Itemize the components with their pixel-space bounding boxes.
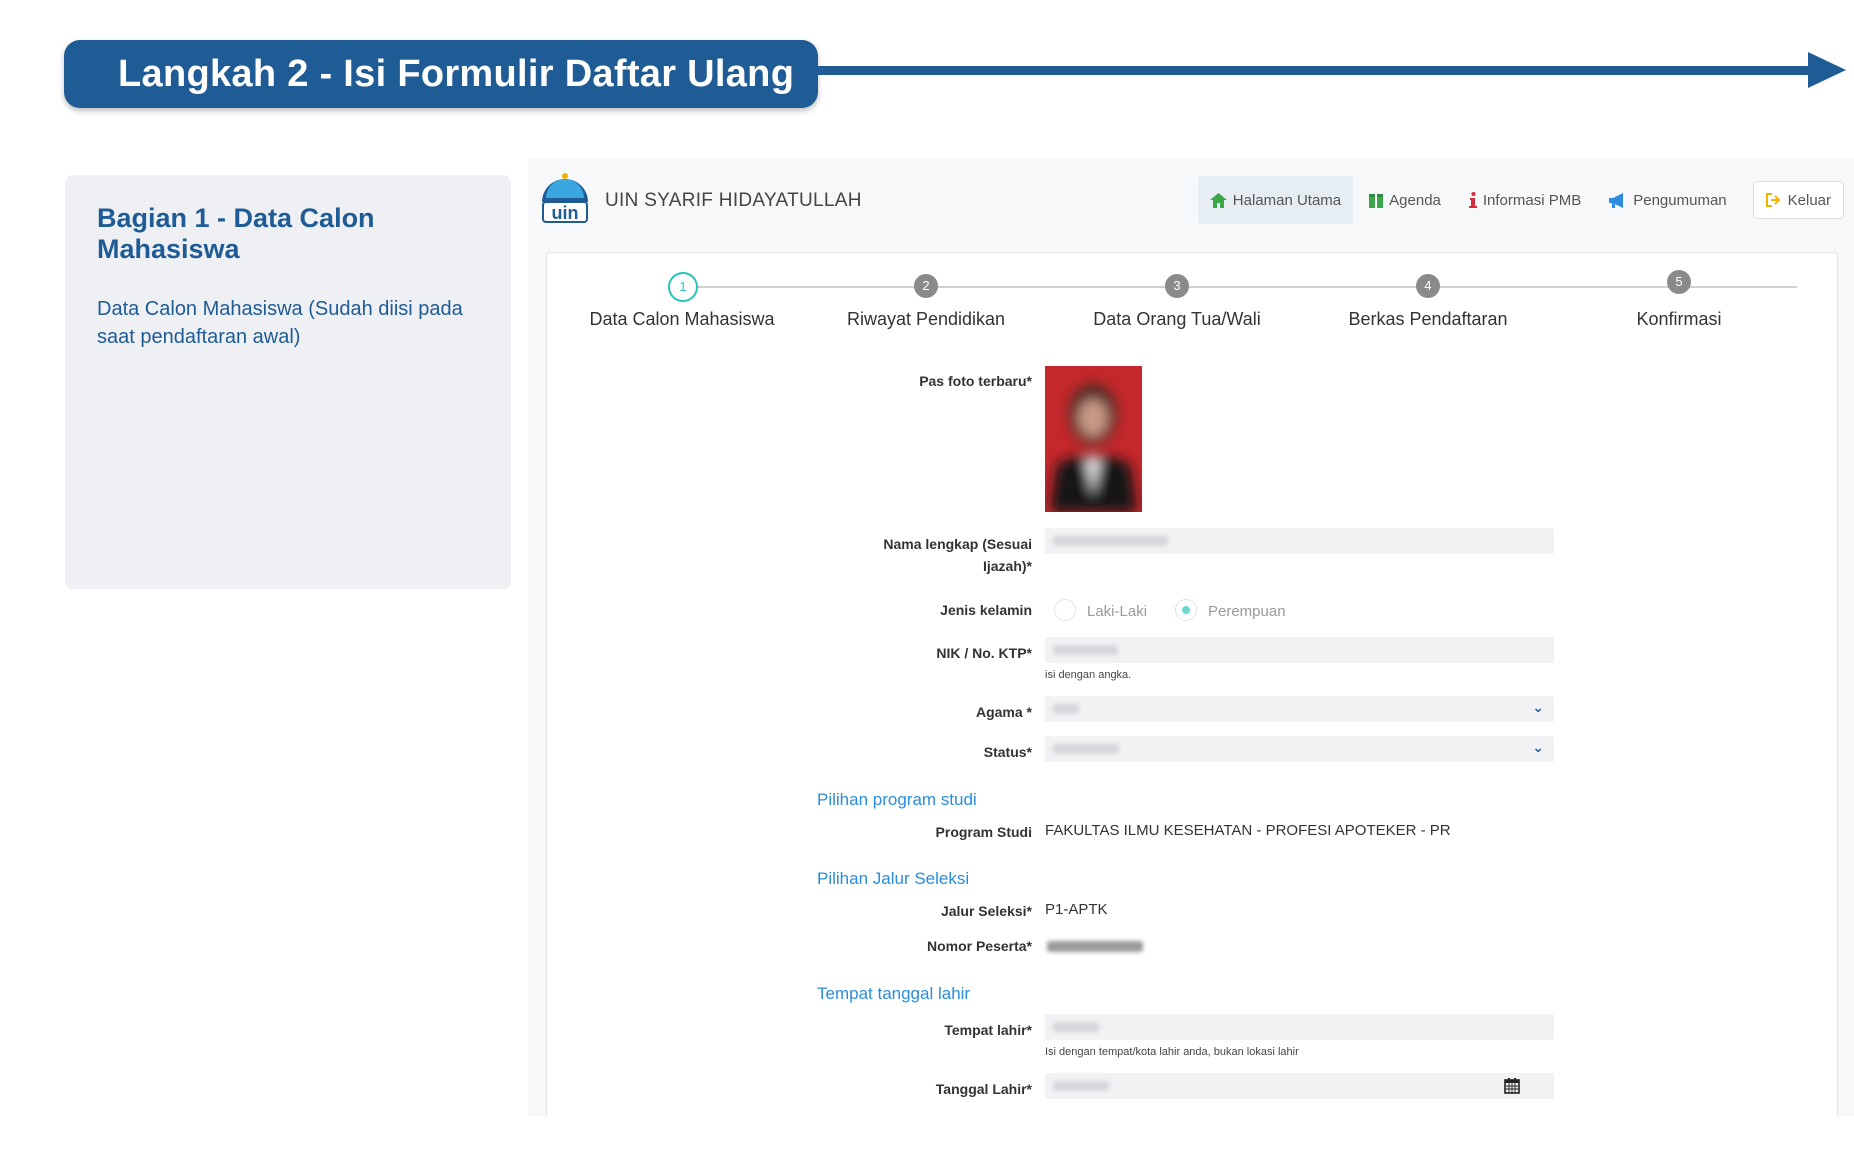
- nama-lengkap-field[interactable]: [1045, 528, 1554, 554]
- jalur-label: Jalur Seleksi*: [940, 903, 1032, 919]
- step-4-indicator[interactable]: 4: [1416, 274, 1440, 298]
- step-3-indicator[interactable]: 3: [1165, 274, 1189, 298]
- nav-pengumuman[interactable]: Pengumuman: [1597, 176, 1738, 224]
- nav-halaman-utama[interactable]: Halaman Utama: [1197, 176, 1354, 224]
- step-3-label[interactable]: Data Orang Tua/Wali: [1093, 309, 1260, 330]
- nama-label: Nama lengkap (Sesuai Ijazah)*: [832, 533, 1032, 577]
- step-2-indicator[interactable]: 2: [914, 274, 938, 298]
- step-4-label[interactable]: Berkas Pendaftaran: [1348, 309, 1507, 330]
- step-1-indicator[interactable]: 1: [668, 272, 698, 302]
- step-5-indicator[interactable]: 5: [1667, 270, 1691, 294]
- prodi-label: Program Studi: [935, 824, 1032, 840]
- tanggal-lahir-label: Tanggal Lahir*: [935, 1081, 1032, 1097]
- brand-name: UIN SYARIF HIDAYATULLAH: [605, 190, 862, 211]
- nomor-peserta-value-redacted: [1047, 941, 1143, 952]
- tempat-lahir-label: Tempat lahir*: [944, 1022, 1032, 1038]
- redacted-text: [1053, 536, 1168, 546]
- chevron-down-icon: ⌄: [1532, 739, 1544, 755]
- gender-option-perempuan[interactable]: Perempuan: [1208, 603, 1286, 620]
- gender-radio-laki-laki[interactable]: [1054, 599, 1076, 621]
- banner-arrow-head-icon: [1808, 52, 1846, 88]
- form-card: 1 2 3 4 5 Data Calon Mahasiswa Riwayat P…: [546, 252, 1838, 1116]
- step-5-label[interactable]: Konfirmasi: [1636, 309, 1721, 330]
- tempat-lahir-field[interactable]: [1045, 1014, 1554, 1040]
- nav-keluar-button[interactable]: Keluar: [1752, 181, 1844, 219]
- nik-label: NIK / No. KTP*: [936, 645, 1032, 661]
- megaphone-icon: [1609, 192, 1624, 208]
- step-banner-title: Langkah 2 - Isi Formulir Daftar Ulang: [118, 52, 795, 95]
- section-tempat-tanggal-lahir: Tempat tanggal lahir: [817, 984, 971, 1003]
- app-header: uin UIN SYARIF HIDAYATULLAH Halaman Utam…: [528, 158, 1854, 246]
- section-jalur-seleksi: Pilihan Jalur Seleksi: [817, 869, 970, 888]
- banner-arrow-line: [818, 66, 1818, 75]
- nav-informasi-pmb[interactable]: Informasi PMB: [1457, 176, 1593, 224]
- gender-label: Jenis kelamin: [940, 602, 1032, 618]
- step-2-label[interactable]: Riwayat Pendidikan: [847, 309, 1005, 330]
- photo-label: Pas foto terbaru*: [919, 373, 1032, 389]
- nav-label: Halaman Utama: [1232, 191, 1342, 209]
- redacted-text: [1053, 645, 1118, 655]
- nik-field[interactable]: [1045, 637, 1554, 663]
- section-program-studi: Pilihan program studi: [817, 790, 977, 809]
- tanggal-lahir-field[interactable]: [1045, 1073, 1554, 1099]
- calendar-icon[interactable]: [1504, 1078, 1520, 1094]
- redacted-text: [1053, 1081, 1109, 1091]
- nav-label: Informasi PMB: [1482, 191, 1582, 209]
- nav-agenda[interactable]: Agenda: [1357, 176, 1453, 224]
- redacted-text: [1053, 1022, 1099, 1032]
- prodi-value: FAKULTAS ILMU KESEHATAN - PROFESI APOTEK…: [1045, 822, 1451, 839]
- redacted-text: [1053, 744, 1119, 754]
- nik-hint: isi dengan angka.: [1045, 669, 1132, 681]
- section-info-panel: Bagian 1 - Data Calon Mahasiswa Data Cal…: [65, 175, 511, 589]
- stepper-track: [682, 286, 1797, 288]
- nama-label-line1: Nama lengkap (Sesuai: [883, 536, 1032, 552]
- step-1-label[interactable]: Data Calon Mahasiswa: [589, 309, 774, 330]
- home-icon: [1209, 192, 1227, 208]
- gender-option-laki-laki[interactable]: Laki-Laki: [1087, 603, 1147, 620]
- status-select[interactable]: ⌄: [1045, 736, 1554, 762]
- calendar-gift-icon: [1369, 193, 1384, 208]
- status-label: Status*: [983, 744, 1032, 760]
- gender-radio-perempuan[interactable]: [1175, 599, 1197, 621]
- agama-select[interactable]: ⌄: [1045, 696, 1554, 722]
- app-window: uin UIN SYARIF HIDAYATULLAH Halaman Utam…: [528, 158, 1854, 1116]
- info-icon: [1468, 192, 1477, 208]
- agama-label: Agama *: [975, 704, 1032, 720]
- profile-photo[interactable]: [1045, 366, 1142, 512]
- nav-label: Agenda: [1389, 191, 1441, 209]
- logout-icon: [1765, 193, 1781, 207]
- nav-label: Pengumuman: [1633, 191, 1727, 209]
- tempat-lahir-hint: Isi dengan tempat/kota lahir anda, bukan…: [1045, 1046, 1299, 1058]
- svg-text:uin: uin: [552, 203, 579, 223]
- jalur-value: P1-APTK: [1045, 901, 1108, 918]
- nama-label-line2: Ijazah)*: [982, 558, 1032, 574]
- section-title: Bagian 1 - Data Calon Mahasiswa: [97, 203, 375, 264]
- step-banner: Langkah 2 - Isi Formulir Daftar Ulang: [64, 40, 818, 108]
- section-description: Data Calon Mahasiswa (Sudah diisi pada s…: [97, 298, 463, 348]
- chevron-down-icon: ⌄: [1532, 699, 1544, 715]
- uin-logo-icon: uin: [542, 173, 588, 223]
- profile-photo-image: [1045, 366, 1142, 512]
- nav-label: Keluar: [1787, 191, 1831, 209]
- form-stepper: 1 2 3 4 5 Data Calon Mahasiswa Riwayat P…: [547, 253, 1837, 343]
- redacted-text: [1053, 704, 1079, 714]
- nomor-peserta-label: Nomor Peserta*: [926, 938, 1032, 954]
- top-nav: Halaman Utama Agenda Informasi PMB Pengu…: [1197, 176, 1844, 224]
